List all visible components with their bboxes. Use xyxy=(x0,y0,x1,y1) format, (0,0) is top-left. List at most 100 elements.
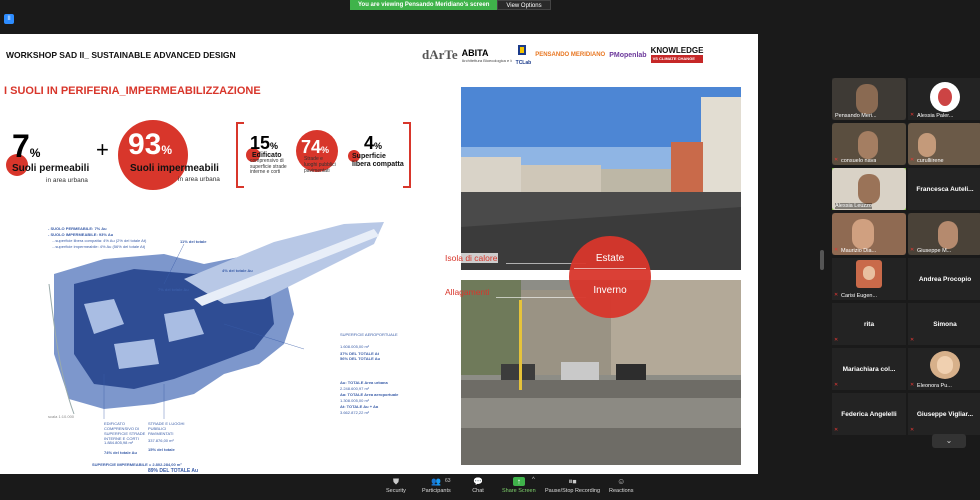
pause-stop-recording-button[interactable]: ⏸⏹ Pause/Stop Recording xyxy=(545,477,600,494)
participant-tile[interactable]: ✕ Eleonora Pu... xyxy=(908,348,980,390)
mic-muted-icon: ✕ xyxy=(834,427,839,433)
tclab-logo-mark xyxy=(517,45,526,55)
participant-tile[interactable]: Francesca Auteli... xyxy=(908,168,980,210)
mic-muted-icon: ✕ xyxy=(910,157,915,163)
map-note-edif: EDIFICATO COMPRENSIVO DI SUPERFICIE STRA… xyxy=(104,421,146,441)
participant-name: Alessia Leuzzo xyxy=(835,203,872,209)
participant-name: Giuseppe Vigliar... xyxy=(916,410,974,418)
photo-building xyxy=(521,165,601,192)
season-winter: Inverno xyxy=(593,285,627,296)
map-note-at: At: TOTALE Au + Aa xyxy=(340,404,379,409)
chat-icon: 💬 xyxy=(473,477,483,486)
reactions-button[interactable]: ☺ Reactions xyxy=(609,477,633,494)
tclab-logo-text: TCLab xyxy=(515,60,532,66)
mic-muted-icon: ✕ xyxy=(910,382,915,388)
plus-sign: + xyxy=(96,137,109,162)
participant-tile[interactable]: rita ✕ xyxy=(832,303,906,345)
participants-gallery: Pensando Meri... ✕ Alessia Paler... ✕ co… xyxy=(830,78,980,448)
gallery-next-page-button[interactable]: ⌄ xyxy=(932,434,966,448)
participant-face xyxy=(858,131,878,159)
participant-tile[interactable]: Federica Angelelli ✕ xyxy=(832,393,906,435)
smiley-plus-icon: ☺ xyxy=(617,477,626,486)
participant-name: rita xyxy=(863,320,875,328)
share-screen-label: Share Screen xyxy=(502,488,536,494)
map-note-aero: SUPERFICIE AEROPORTUALE xyxy=(340,332,398,337)
viewing-banner: You are viewing Pensando Meridiano's scr… xyxy=(350,0,551,10)
map-note-strade: STRADE E LUOGHI PUBBLICI PAVIMENTATI xyxy=(148,421,185,436)
participant-tile[interactable]: ✕ Giuseppe M... xyxy=(908,213,980,255)
participant-name: Pensando Meri... xyxy=(835,113,877,119)
shared-slide: WORKSHOP SAD II_ SUSTAINABLE ADVANCED DE… xyxy=(0,34,758,474)
participant-name: Andrea Procopio xyxy=(918,275,972,283)
participant-tile[interactable]: ✕ Carisi Eugen... xyxy=(832,258,906,300)
annotation-flooding: Allagamenti xyxy=(445,287,490,297)
participant-tile-active-speaker[interactable]: Alessia Leuzzo xyxy=(832,168,906,210)
stat-value: 4% xyxy=(364,133,382,154)
participants-count: 63 xyxy=(445,478,451,484)
stat-value: 74% xyxy=(301,137,329,158)
abita-logo-sub: Architettura Bioecologica e Innovazione … xyxy=(461,57,512,63)
viewing-message: You are viewing Pensando Meridiano's scr… xyxy=(350,0,498,10)
chat-button[interactable]: 💬 Chat xyxy=(472,477,484,494)
map-note-au-val: 2.248.600,97 m² xyxy=(340,386,370,391)
meeting-toolbar: ⛊ Security 👥 Participants 63 💬 Chat ↑ Sh… xyxy=(0,475,980,500)
participant-face xyxy=(856,84,878,114)
security-button[interactable]: ⛊ Security xyxy=(386,477,406,494)
section-title: I SUOLI IN PERIFERIA_IMPERMEABILIZZAZION… xyxy=(4,85,261,97)
participant-name: Federica Angelelli xyxy=(841,410,897,418)
workshop-title: WORKSHOP SAD II_ SUSTAINABLE ADVANCED DE… xyxy=(6,50,236,60)
participant-tile[interactable]: ✕ consuelo nava xyxy=(832,123,906,165)
photo-car xyxy=(501,364,535,382)
participant-tile[interactable]: Simona ✕ xyxy=(908,303,980,345)
pause-share-icon[interactable]: II xyxy=(4,14,14,24)
stat-value: 7% xyxy=(12,128,40,165)
map-note-au: Au: TOTALE Area urbana xyxy=(340,380,388,385)
participant-name: curulliirene xyxy=(917,158,944,164)
map-area-light xyxy=(114,339,159,369)
share-screen-button[interactable]: ↑ Share Screen xyxy=(502,477,536,494)
reactions-label: Reactions xyxy=(609,488,634,494)
panel-scroll-handle[interactable] xyxy=(820,250,824,270)
pmopenlab-logo: PMopenlab xyxy=(609,51,647,59)
participant-face xyxy=(863,266,875,280)
participant-tile[interactable]: ✕ Alessia Paler... xyxy=(908,78,980,120)
participant-name: Alessia Paler... xyxy=(917,113,954,119)
people-icon: 👥 xyxy=(431,477,442,486)
participant-face xyxy=(938,221,958,249)
participant-name: Mariachiara col... xyxy=(842,365,896,373)
season-divider xyxy=(574,268,646,269)
annotation-heat-island: Isola di calore xyxy=(444,253,499,263)
participant-tile[interactable]: Mariachiara col... ✕ xyxy=(832,348,906,390)
participant-tile[interactable]: Pensando Meri... xyxy=(832,78,906,120)
photo-building xyxy=(671,142,703,192)
photo-pole xyxy=(519,300,522,390)
participants-label: Participants xyxy=(422,488,451,494)
stat-sub: in area urbana xyxy=(46,177,88,184)
stat-value: 93% xyxy=(128,128,172,162)
mic-muted-icon: ✕ xyxy=(834,157,839,163)
knowledge-logo-sub: VS CLIMATE CHANGE xyxy=(650,55,704,63)
stat-value: 15% xyxy=(250,133,278,154)
stat-label: Superficie xyxy=(352,153,386,160)
map-note-libera: ...superficie libera compatta: 4% Au (2%… xyxy=(52,238,147,243)
stat-number: 93 xyxy=(128,128,162,161)
tclab-logo: TCLab xyxy=(515,44,532,66)
participant-tile[interactable]: ✕ Maurizio Dia... xyxy=(832,213,906,255)
stat-unit: % xyxy=(321,145,330,155)
stat-unit: % xyxy=(270,141,279,151)
participant-name: Maurizio Dia... xyxy=(841,248,877,254)
stat-unit: % xyxy=(374,141,383,151)
map-note-edif-val: 1.884.805,98 m² xyxy=(104,440,134,445)
map-note-aero-val: 1.608.005,00 m² xyxy=(340,344,370,349)
participant-tile[interactable]: Giuseppe Vigliar... ✕ xyxy=(908,393,980,435)
participant-face xyxy=(852,219,874,249)
photo-car xyxy=(616,364,646,380)
share-options-chevron-icon[interactable]: ^ xyxy=(532,477,535,483)
participant-tile[interactable]: Andrea Procopio xyxy=(908,258,980,300)
participant-tile[interactable]: ✕ curulliirene xyxy=(908,123,980,165)
map-note-strade-pct: 15% del totale xyxy=(148,447,175,452)
map-note-permeabile: - SUOLO PERMEABILE: 7% Au xyxy=(48,226,107,231)
bracket-left xyxy=(236,122,244,188)
bracket-right xyxy=(403,122,411,188)
view-options-button[interactable]: View Options xyxy=(497,0,551,10)
